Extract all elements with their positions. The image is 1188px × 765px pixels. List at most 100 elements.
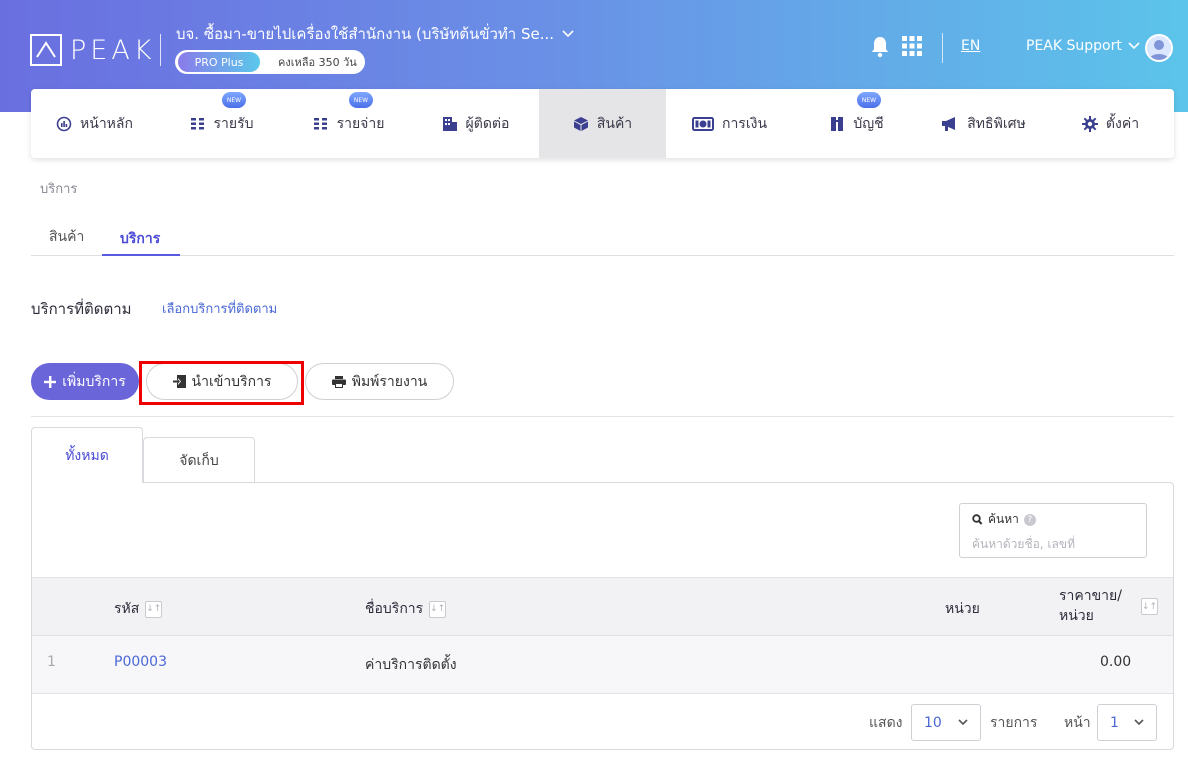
user-name: PEAK Support xyxy=(1026,38,1122,54)
search-placeholder: ค้นหาด้วยชื่อ, เลขที่ xyxy=(972,537,1075,551)
page-size-select[interactable]: 10 xyxy=(911,704,981,741)
nav-item-accounting[interactable]: บัญชี NEW xyxy=(793,89,920,158)
highlight-annotation xyxy=(139,361,304,405)
print-report-button[interactable]: พิมพ์รายงาน xyxy=(305,363,454,400)
nav-item-products[interactable]: สินค้า xyxy=(539,89,666,158)
logo-divider xyxy=(160,34,161,66)
nav-item-settings[interactable]: ตั้งค่า xyxy=(1047,89,1174,158)
chevron-down-icon xyxy=(1128,42,1140,50)
search-icon xyxy=(972,514,983,525)
apps-grid-icon[interactable] xyxy=(902,36,922,56)
active-tab-indicator xyxy=(102,254,180,256)
ledger-icon xyxy=(831,116,844,131)
nav-label: รายรับ xyxy=(213,115,254,132)
divider xyxy=(31,416,1174,417)
column-name-label: ชื่อบริการ xyxy=(365,601,424,617)
nav-item-home[interactable]: หน้าหลัก xyxy=(31,89,158,158)
page-size-value: 10 xyxy=(924,714,942,731)
tab-products[interactable]: สินค้า xyxy=(49,226,84,248)
plan-badge: PRO Plus xyxy=(178,52,260,72)
chevron-down-icon xyxy=(958,719,968,726)
row-name: ค่าบริการติดตั้ง xyxy=(365,657,457,673)
megaphone-icon xyxy=(942,116,956,131)
add-service-button[interactable]: เพิ่มบริการ xyxy=(31,363,139,400)
plan-indicator: PRO Plus คงเหลือ 350 วัน xyxy=(175,50,365,74)
money-icon xyxy=(691,116,714,131)
nav-label: สิทธิพิเศษ xyxy=(967,115,1026,132)
tab-services[interactable]: บริการ xyxy=(120,228,160,250)
plan-remaining: คงเหลือ 350 วัน xyxy=(278,56,357,69)
logo-mark-icon xyxy=(30,34,62,66)
help-icon[interactable]: ? xyxy=(1023,513,1036,526)
choose-tracked-services-link[interactable]: เลือกบริการที่ติดตาม xyxy=(162,298,277,319)
service-list-panel: ค้นหา ? ค้นหาด้วยชื่อ, เลขที่ รหัส ↓↑ ชื… xyxy=(31,482,1174,750)
column-code-label: รหัส xyxy=(114,601,140,617)
search-label: ค้นหา ? xyxy=(972,510,1134,529)
bell-icon[interactable] xyxy=(870,36,890,58)
nav-item-finance[interactable]: การเงิน xyxy=(666,89,793,158)
plus-icon xyxy=(44,375,57,388)
language-switch[interactable]: EN xyxy=(961,38,980,54)
sort-icon[interactable]: ↓↑ xyxy=(145,600,163,618)
main-nav: หน้าหลัก รายรับ NEW รายจ่าย NEW ผู้ติดต่… xyxy=(31,89,1174,158)
chevron-down-icon xyxy=(1134,719,1144,726)
header-divider xyxy=(942,33,943,63)
tab-all[interactable]: ทั้งหมด xyxy=(31,427,143,483)
nav-label: หน้าหลัก xyxy=(80,115,133,132)
page-label: หน้า xyxy=(1064,715,1091,731)
column-price-label-2: หน่วย xyxy=(1059,608,1094,624)
product-box-icon xyxy=(573,116,588,131)
column-code[interactable]: รหัส ↓↑ xyxy=(114,598,163,620)
logo-text: PEAK xyxy=(70,34,156,66)
company-name: บจ. ซื้อมา-ขายไปเครื่องใช้สำนักงาน (บริษ… xyxy=(176,25,555,43)
search-input[interactable]: ค้นหา ? ค้นหาด้วยชื่อ, เลขที่ xyxy=(959,503,1147,558)
column-price-label-1: ราคาขาย/ xyxy=(1059,588,1122,604)
nav-label: ตั้งค่า xyxy=(1105,115,1140,132)
row-code-link[interactable]: P00003 xyxy=(114,654,167,670)
section-title: บริการที่ติดตาม xyxy=(31,300,132,318)
print-report-label: พิมพ์รายงาน xyxy=(351,373,428,390)
row-index: 1 xyxy=(47,654,56,670)
page-select[interactable]: 1 xyxy=(1097,704,1157,741)
column-price[interactable]: ราคาขาย/ หน่วย xyxy=(1059,586,1122,626)
column-name[interactable]: ชื่อบริการ ↓↑ xyxy=(365,598,447,620)
breadcrumb[interactable]: บริการ xyxy=(40,178,77,199)
printer-icon xyxy=(331,375,346,388)
new-badge: NEW xyxy=(349,92,373,108)
nav-item-income[interactable]: รายรับ NEW xyxy=(158,89,285,158)
nav-label: รายจ่าย xyxy=(336,115,385,132)
peak-logo[interactable]: PEAK xyxy=(30,34,156,66)
tab-archived[interactable]: จัดเก็บ xyxy=(143,437,255,483)
expense-icon xyxy=(313,117,327,129)
chevron-down-icon xyxy=(562,30,574,38)
search-label-text: ค้นหา xyxy=(988,512,1019,526)
table-header: รหัส ↓↑ ชื่อบริการ ↓↑ หน่วย ราคาขาย/ หน่… xyxy=(32,577,1173,636)
contacts-icon xyxy=(442,116,457,131)
show-label: แสดง xyxy=(869,715,903,731)
income-icon xyxy=(190,117,204,129)
page-value: 1 xyxy=(1110,714,1119,731)
nav-label: ผู้ติดต่อ xyxy=(465,115,510,132)
company-selector[interactable]: บจ. ซื้อมา-ขายไปเครื่องใช้สำนักงาน (บริษ… xyxy=(176,22,574,46)
column-unit-label: หน่วย xyxy=(945,601,980,617)
nav-label: การเงิน xyxy=(721,115,768,132)
table-row[interactable]: 1 P00003 ค่าบริการติดตั้ง 0.00 xyxy=(32,636,1173,694)
avatar[interactable] xyxy=(1145,34,1173,62)
nav-label: บัญชี xyxy=(853,115,884,132)
sort-icon[interactable]: ↓↑ xyxy=(429,600,447,618)
nav-item-contacts[interactable]: ผู้ติดต่อ xyxy=(412,89,539,158)
nav-item-expense[interactable]: รายจ่าย NEW xyxy=(285,89,412,158)
nav-label: สินค้า xyxy=(596,115,633,132)
sort-icon[interactable]: ↓↑ xyxy=(1141,598,1158,615)
items-label: รายการ xyxy=(990,715,1038,731)
column-unit: หน่วย xyxy=(945,598,980,620)
user-menu[interactable]: PEAK Support xyxy=(1026,38,1140,54)
add-service-label: เพิ่มบริการ xyxy=(62,373,126,390)
new-badge: NEW xyxy=(222,92,246,108)
row-price: 0.00 xyxy=(1100,654,1132,670)
dashboard-icon xyxy=(56,116,72,131)
nav-item-privileges[interactable]: สิทธิพิเศษ xyxy=(920,89,1047,158)
new-badge: NEW xyxy=(857,92,881,108)
product-service-tabs: สินค้า บริการ xyxy=(31,216,1174,256)
gear-icon xyxy=(1081,115,1098,132)
